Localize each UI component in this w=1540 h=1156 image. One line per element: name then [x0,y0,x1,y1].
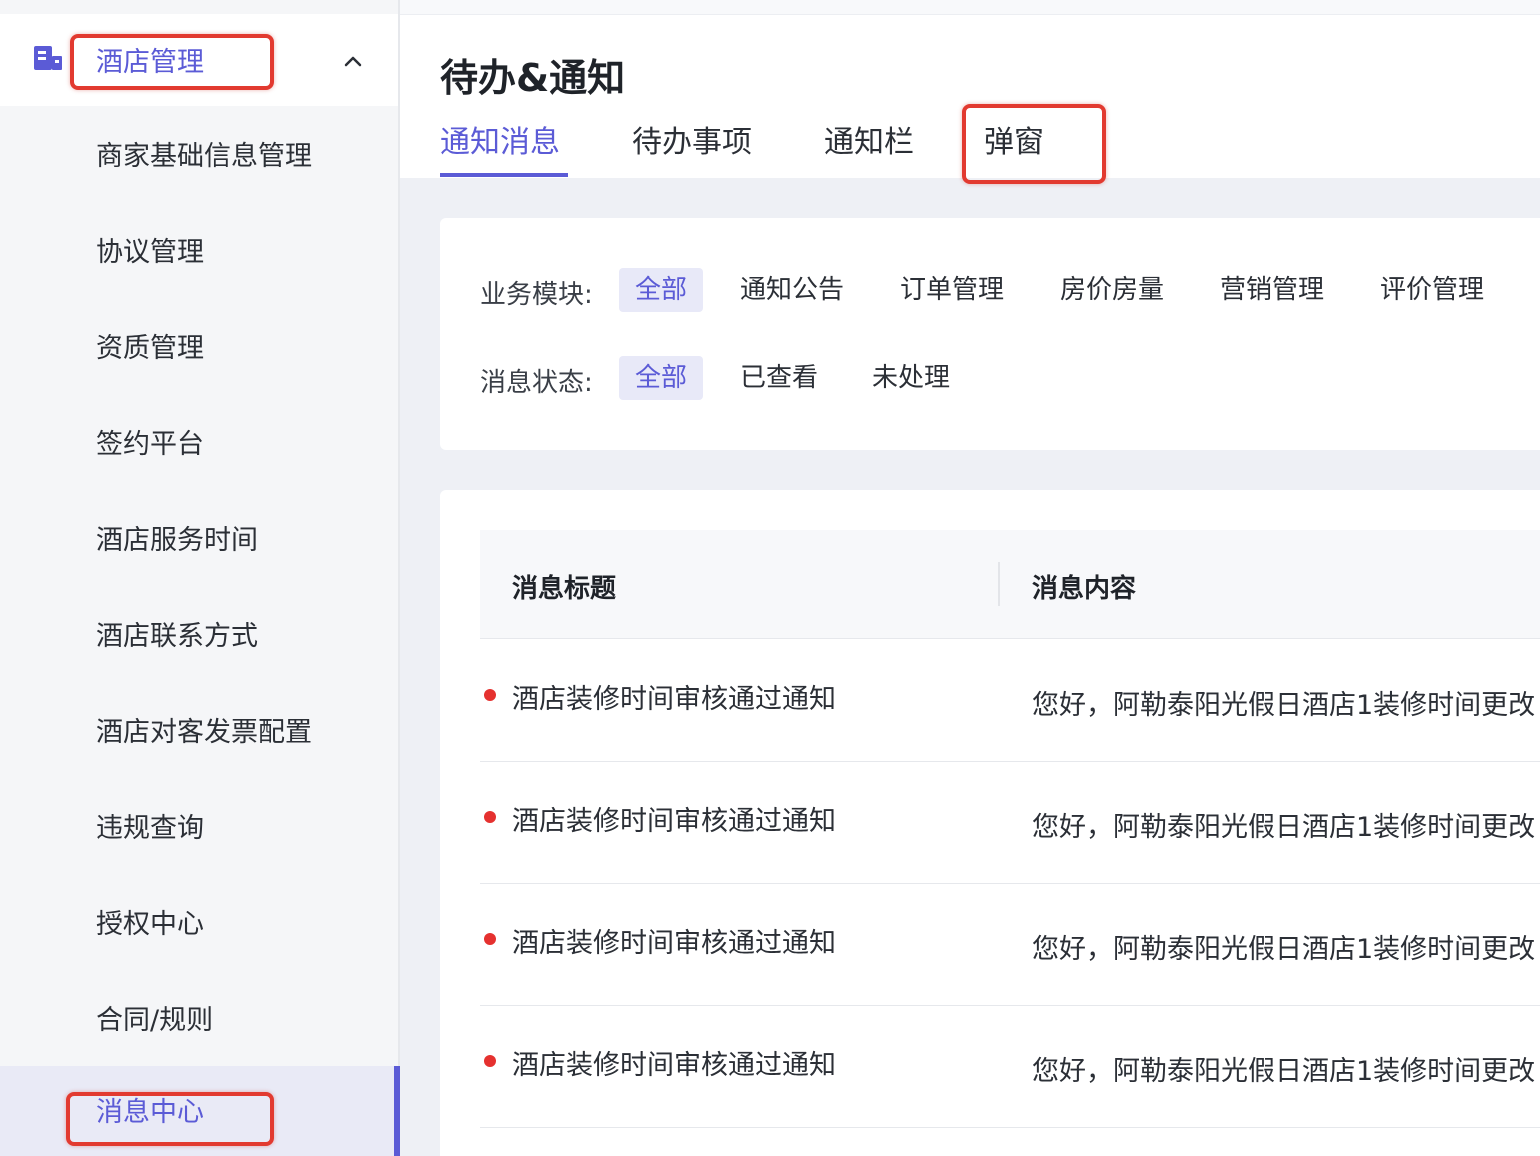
chevron-up-icon[interactable] [342,50,364,72]
sidebar-item-authorization[interactable]: 授权中心 [0,874,398,970]
sidebar-item-qualification[interactable]: 资质管理 [0,298,398,394]
unread-dot-icon [484,1055,496,1067]
sidebar-item-agreement[interactable]: 协议管理 [0,202,398,298]
message-content: 您好，阿勒泰阳光假日酒店1装修时间更改 [1032,690,1536,721]
message-content: 您好，阿勒泰阳光假日酒店1装修时间更改 [1032,1056,1536,1087]
highlight-box-hotel-management [70,34,274,90]
tab-notifications[interactable]: 通知消息 [440,117,560,161]
filter-business-rates[interactable]: 房价房量 [1060,268,1164,312]
filter-business-marketing[interactable]: 营销管理 [1220,268,1324,312]
tab-todo[interactable]: 待办事项 [632,117,752,161]
table-row[interactable]: 酒店装修时间审核通过通知 您好，阿勒泰阳光假日酒店1装修时间更改 [480,1005,1540,1128]
page-title: 待办&通知 [440,56,626,100]
filter-business-announcement[interactable]: 通知公告 [740,268,844,312]
building-icon [34,46,62,70]
unread-dot-icon [484,811,496,823]
sidebar-item-merchant-info[interactable]: 商家基础信息管理 [0,106,398,202]
sidebar-item-label: 商家基础信息管理 [96,141,312,172]
table-row[interactable]: 酒店装修时间审核通过通知 您好，阿勒泰阳光假日酒店1装修时间更改 [480,639,1540,762]
message-title: 酒店装修时间审核通过通知 [512,684,836,715]
unread-dot-icon [484,933,496,945]
sidebar-item-label: 资质管理 [96,333,204,364]
sidebar-item-signing-platform[interactable]: 签约平台 [0,394,398,490]
table-header: 消息标题 消息内容 [480,530,1540,639]
message-status-label: 消息状态: [480,368,593,398]
column-header-title: 消息标题 [512,574,617,604]
table-row[interactable]: 酒店装修时间审核通过通知 您好，阿勒泰阳光假日酒店1装修时间更改 [480,883,1540,1006]
column-divider [998,562,1000,606]
filter-business-all[interactable]: 全部 [619,268,704,312]
sidebar-item-contract-rules[interactable]: 合同/规则 [0,970,398,1066]
filter-business-reviews[interactable]: 评价管理 [1380,268,1484,312]
table-row[interactable]: 酒店装修时间审核通过通知 您好，阿勒泰阳光假日酒店1装修时间更改 [480,761,1540,884]
sidebar-item-label: 酒店对客发票配置 [96,717,312,748]
business-module-label: 业务模块: [480,280,593,310]
sidebar-item-label: 协议管理 [96,237,204,268]
filter-panel: 业务模块: 全部 通知公告 订单管理 房价房量 营销管理 评价管理 消息状态: … [440,218,1540,450]
message-table: 消息标题 消息内容 酒店装修时间审核通过通知 您好，阿勒泰阳光假日酒店1装修时间… [440,490,1540,1156]
sidebar-item-label: 合同/规则 [96,1005,214,1036]
filter-status-unprocessed[interactable]: 未处理 [872,356,950,400]
highlight-box-message-center [66,1092,274,1146]
message-title: 酒店装修时间审核通过通知 [512,1050,836,1081]
tab-notification-bar[interactable]: 通知栏 [824,117,914,161]
sidebar-item-label: 签约平台 [96,429,204,460]
sidebar-item-label: 酒店联系方式 [96,621,258,652]
message-title: 酒店装修时间审核通过通知 [512,928,836,959]
message-title: 酒店装修时间审核通过通知 [512,806,836,837]
sidebar-item-label: 违规查询 [96,813,204,844]
sidebar-item-invoice-config[interactable]: 酒店对客发票配置 [0,682,398,778]
sidebar: 酒店管理 商家基础信息管理 协议管理 资质管理 签约平台 酒店服务时间 酒店联系… [0,0,400,1156]
active-indicator [394,1066,400,1156]
sidebar-item-label: 酒店服务时间 [96,525,258,556]
active-tab-underline [440,173,568,177]
sidebar-item-label: 授权中心 [96,909,204,940]
filter-business-orders[interactable]: 订单管理 [900,268,1004,312]
sidebar-item-service-time[interactable]: 酒店服务时间 [0,490,398,586]
filter-status-all[interactable]: 全部 [619,356,704,400]
column-header-content: 消息内容 [1032,574,1137,604]
unread-dot-icon [484,689,496,701]
sidebar-item-contact[interactable]: 酒店联系方式 [0,586,398,682]
filter-status-viewed[interactable]: 已查看 [740,356,818,400]
sidebar-item-violation-query[interactable]: 违规查询 [0,778,398,874]
message-content: 您好，阿勒泰阳光假日酒店1装修时间更改 [1032,934,1536,965]
message-content: 您好，阿勒泰阳光假日酒店1装修时间更改 [1032,812,1536,843]
highlight-box-popup-tab [962,104,1106,184]
